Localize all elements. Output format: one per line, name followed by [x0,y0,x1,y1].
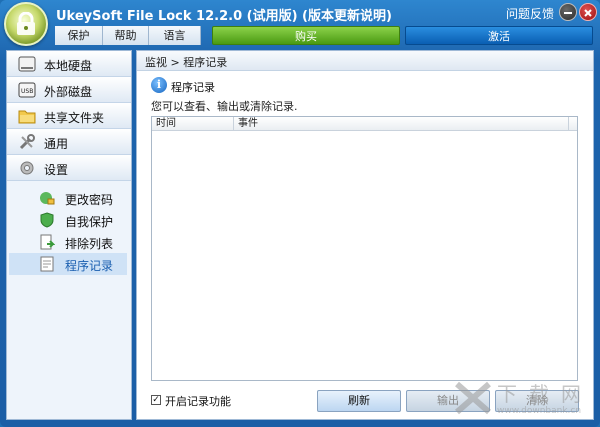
clear-button[interactable]: 清除 [495,390,579,412]
sidebar-item-change-password[interactable]: 更改密码 [7,187,131,209]
sidebar-item-shared-folder[interactable]: 共享文件夹 [7,103,131,129]
close-button[interactable] [579,3,597,21]
app-window: UkeySoft File Lock 12.2.0 (试用版) (版本更新说明)… [0,0,600,427]
minimize-button[interactable] [559,3,577,21]
section-description: 您可以查看、输出或清除记录. [151,100,298,113]
main-panel: 监视 > 程序记录 i 程序记录 您可以查看、输出或清除记录. 时间 事件 ✓ … [136,50,594,420]
sidebar-item-label: 程序记录 [65,259,114,273]
sidebar-item-label: 外部磁盘 [44,85,93,99]
minimize-icon [564,12,572,14]
breadcrumb-text: 监视 > 程序记录 [145,56,228,69]
exclusion-list-icon [40,234,55,250]
menu-bar: 保护 帮助 语言 购买 激活 [0,26,600,45]
app-logo [4,2,48,46]
sidebar-item-label: 通用 [44,137,69,151]
table-header: 时间 事件 [152,117,577,131]
title-bar: UkeySoft File Lock 12.2.0 (试用版) (版本更新说明)… [0,0,600,26]
export-button[interactable]: 输出 [406,390,490,412]
sidebar: 本地硬盘 USB 外部磁盘 共享文件夹 通用 设置 更改密码 自我保护 排除列表… [6,50,132,420]
info-icon: i [151,77,167,93]
column-header-time[interactable]: 时间 [152,117,234,131]
activate-button[interactable]: 激活 [405,26,593,45]
sidebar-item-label: 更改密码 [65,193,114,207]
sidebar-item-label: 自我保护 [65,215,114,229]
menu-protect[interactable]: 保护 [55,26,103,45]
lock-icon [17,12,35,35]
sidebar-item-label: 本地硬盘 [44,59,93,73]
refresh-button[interactable]: 刷新 [317,390,401,412]
sidebar-item-external-disk[interactable]: USB 外部磁盘 [7,77,131,103]
sidebar-item-exclusion-list[interactable]: 排除列表 [7,231,131,253]
app-title: UkeySoft File Lock 12.2.0 (试用版) (版本更新说明) [56,9,392,24]
breadcrumb: 监视 > 程序记录 [137,51,593,71]
usb-icon: USB [18,82,36,98]
sidebar-item-self-protect[interactable]: 自我保护 [7,209,131,231]
tools-icon [19,134,35,150]
sidebar-item-label: 共享文件夹 [44,111,105,125]
sidebar-item-label: 设置 [44,163,69,177]
key-icon [40,192,55,205]
enable-log-label: 开启记录功能 [165,395,231,408]
enable-log-checkbox[interactable]: ✓ [151,395,161,405]
sidebar-item-general[interactable]: 通用 [7,129,131,155]
close-icon [584,9,592,17]
buy-button[interactable]: 购买 [212,26,400,45]
gear-icon [20,161,34,175]
shield-icon [40,212,54,228]
sidebar-item-program-log[interactable]: 程序记录 [9,253,127,275]
menu-help[interactable]: 帮助 [103,26,149,45]
sidebar-item-settings[interactable]: 设置 [7,155,131,181]
log-icon [40,256,54,272]
sidebar-item-label: 排除列表 [65,237,114,251]
hard-drive-icon [18,56,36,72]
feedback-link[interactable]: 问题反馈 [506,5,554,22]
shared-folder-icon [18,110,36,124]
menu-language[interactable]: 语言 [149,26,201,45]
section-title: 程序记录 [171,81,215,94]
log-table[interactable]: 时间 事件 [151,116,578,381]
sidebar-item-local-disk[interactable]: 本地硬盘 [7,51,131,77]
svg-text:USB: USB [21,88,33,95]
column-header-event[interactable]: 事件 [234,117,569,131]
